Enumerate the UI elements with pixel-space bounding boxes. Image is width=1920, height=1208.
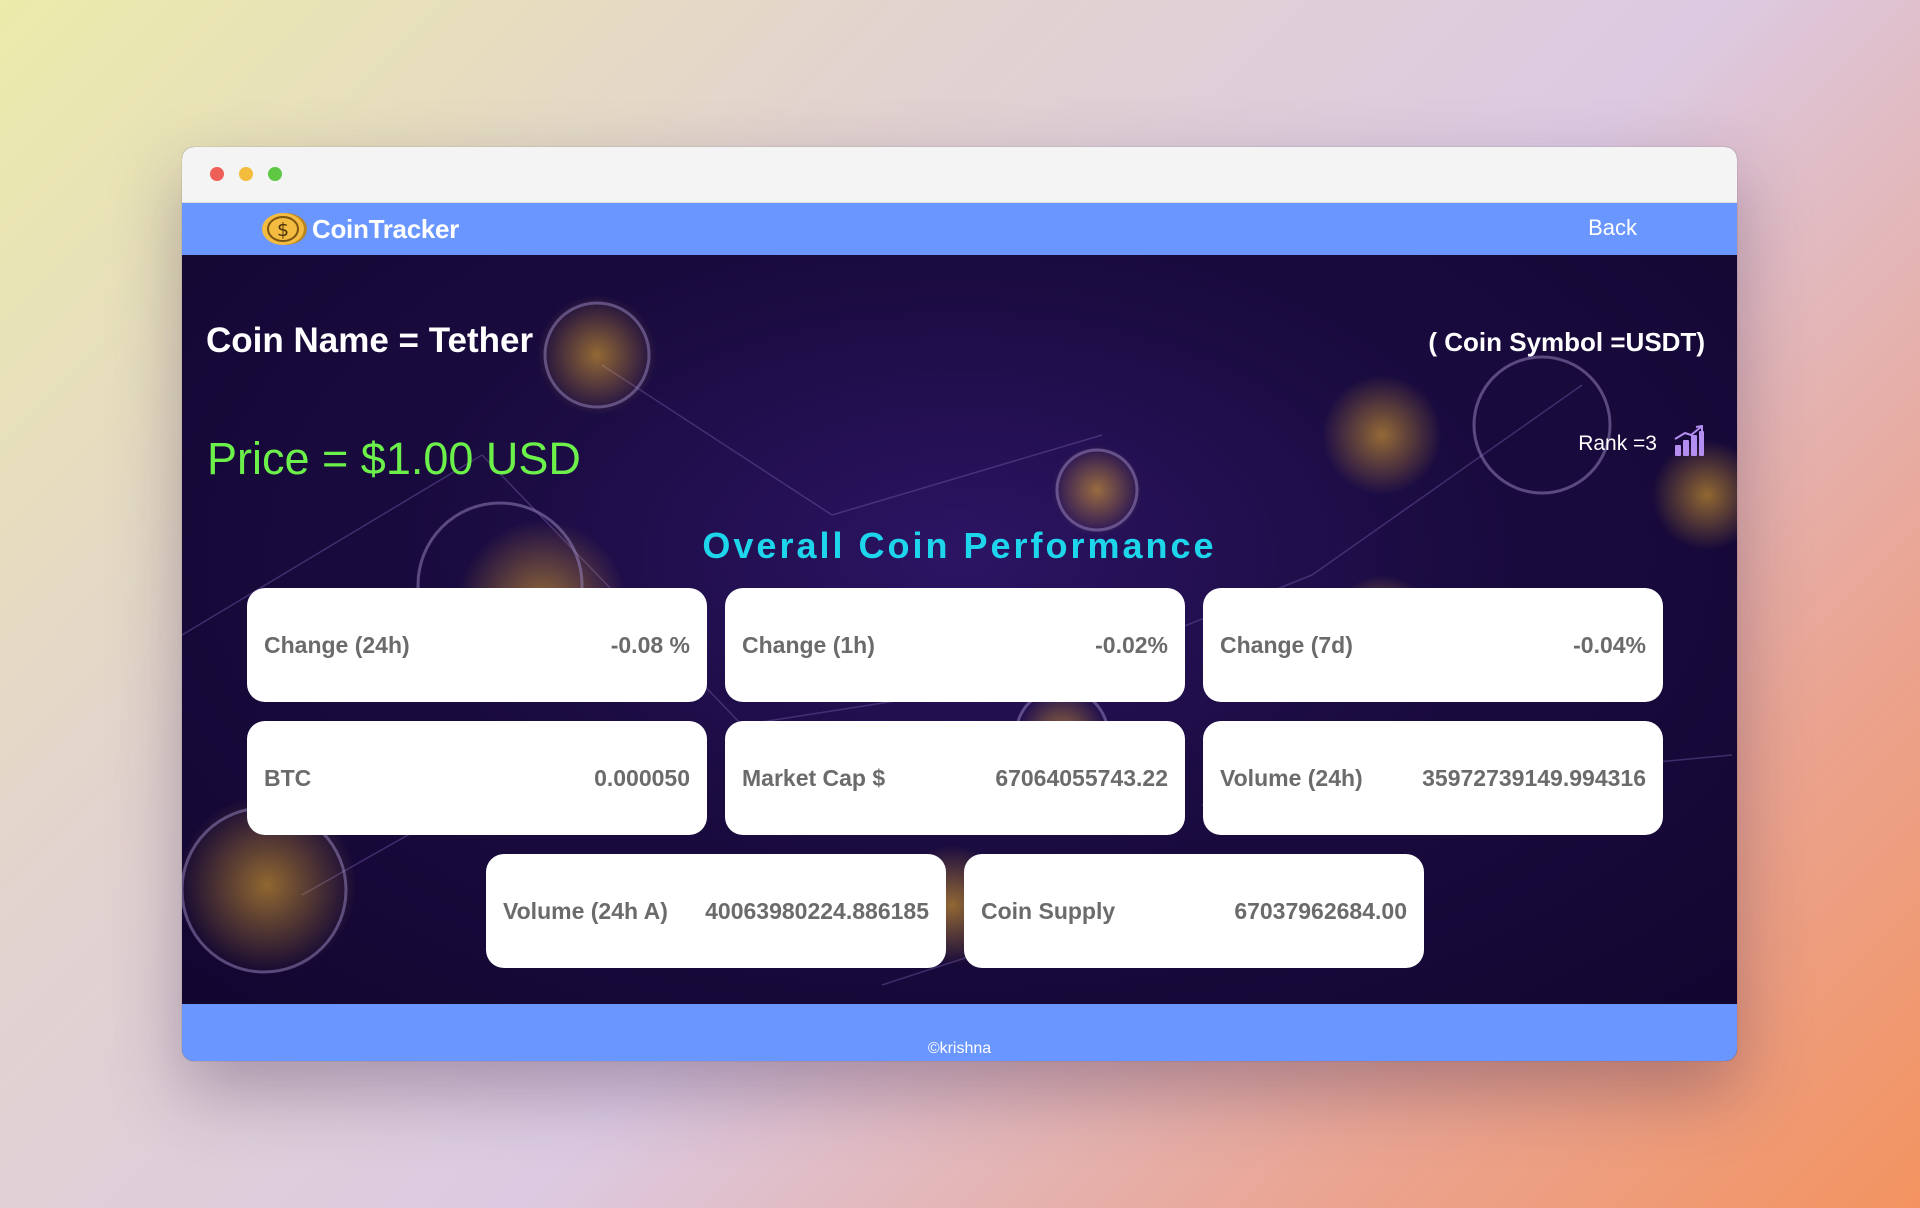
stat-value: 67064055743.22 [995, 764, 1168, 791]
stat-label: Volume (24h) [1220, 764, 1363, 791]
brand-name: CoinTracker [312, 213, 459, 244]
stat-value: 35972739149.994316 [1422, 764, 1646, 791]
window-titlebar [182, 147, 1737, 203]
coin-name-heading: Coin Name = Tether [206, 321, 534, 360]
stat-card-market-cap: Market Cap $ 67064055743.22 [725, 721, 1185, 835]
coin-symbol-label: ( Coin Symbol =USDT) [1428, 327, 1705, 357]
stat-value: 40063980224.886185 [705, 897, 929, 924]
minimize-window-button[interactable] [239, 167, 253, 181]
stat-label: BTC [264, 764, 312, 791]
stat-value: -0.04% [1573, 631, 1646, 658]
stat-label: Volume (24h A) [503, 897, 668, 924]
stat-label: Market Cap $ [742, 764, 886, 791]
stat-card-change-7d: Change (7d) -0.04% [1203, 588, 1663, 702]
performance-section-title: Overall Coin Performance [702, 525, 1217, 566]
close-window-button[interactable] [210, 167, 224, 181]
stat-label: Change (24h) [264, 631, 410, 658]
stat-value: 0.000050 [594, 764, 690, 791]
maximize-window-button[interactable] [268, 167, 282, 181]
copyright-text: ©krishna [927, 1040, 992, 1057]
bar-chart-trend-icon [1673, 424, 1705, 462]
navbar: $ CoinTracker Back [182, 203, 1737, 255]
stat-card-volume-24h-a: Volume (24h A) 40063980224.886185 [486, 854, 946, 968]
stat-value: 67037962684.00 [1234, 897, 1407, 924]
rank-label: Rank =3 [1578, 431, 1657, 455]
brand-link[interactable]: $ CoinTracker [260, 207, 459, 251]
back-link[interactable]: Back [1588, 212, 1637, 244]
stat-value: -0.08 % [610, 631, 690, 658]
stat-value: -0.02% [1095, 631, 1168, 658]
browser-window: $ CoinTracker Back Coin Name = Tether (… [182, 147, 1737, 1061]
svg-text:$: $ [277, 219, 289, 241]
rank-indicator: Rank =3 [1578, 424, 1705, 462]
coin-detail-section: Coin Name = Tether ( Coin Symbol =USDT) … [182, 255, 1737, 1004]
stat-card-coin-supply: Coin Supply 67037962684.00 [964, 854, 1424, 968]
stat-label: Coin Supply [981, 897, 1116, 924]
coin-price: Price = $1.00 USD [207, 433, 581, 484]
stat-card-btc: BTC 0.000050 [247, 721, 707, 835]
stat-card-change-1h: Change (1h) -0.02% [725, 588, 1185, 702]
stat-label: Change (7d) [1220, 631, 1353, 658]
dollar-coin-icon: $ [260, 211, 308, 247]
stat-card-volume-24h: Volume (24h) 35972739149.994316 [1203, 721, 1663, 835]
stat-label: Change (1h) [742, 631, 875, 658]
stat-card-change-24h: Change (24h) -0.08 % [247, 588, 707, 702]
footer: ©krishna [182, 1004, 1737, 1061]
